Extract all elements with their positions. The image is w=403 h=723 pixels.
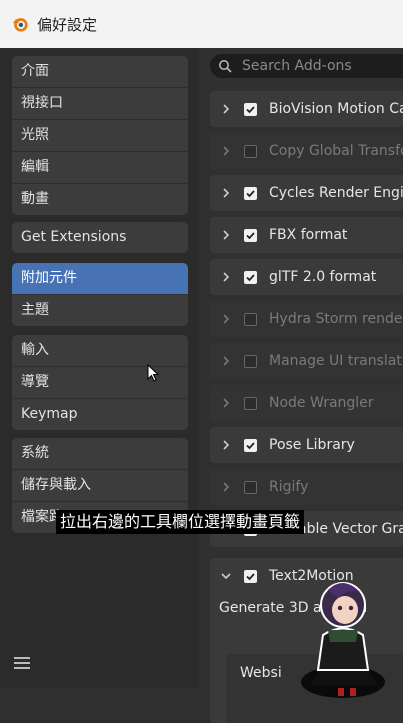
enable-checkbox[interactable] [244, 396, 257, 410]
sidebar-item-keymap[interactable]: Keymap [12, 399, 188, 430]
window-title: 偏好設定 [37, 15, 98, 34]
menu-icon[interactable] [12, 653, 34, 673]
chevron-right-icon[interactable] [220, 439, 232, 451]
sidebar-item-get-extensions[interactable]: Get Extensions [12, 222, 188, 253]
chevron-right-icon[interactable] [220, 187, 232, 199]
addon-row[interactable]: Rigify [210, 469, 403, 505]
enable-checkbox[interactable] [244, 228, 257, 242]
enable-checkbox[interactable] [244, 270, 257, 284]
chevron-right-icon[interactable] [220, 481, 232, 493]
sidebar: 介面 視接口 光照 編輯 動畫 Get Extensions 附加元件 主題 輸… [0, 48, 198, 688]
sidebar-item-animation[interactable]: 動畫 [12, 184, 188, 215]
addon-name: BioVision Motion Cap [269, 101, 403, 117]
addon-name: FBX format [269, 227, 348, 243]
enable-checkbox[interactable] [244, 312, 257, 326]
title-bar: 偏好設定 [0, 0, 403, 48]
chevron-right-icon[interactable] [220, 271, 232, 283]
chevron-right-icon[interactable] [220, 397, 232, 409]
addon-name: Manage UI translatio [269, 353, 403, 369]
addon-row[interactable]: Copy Global Transfor [210, 133, 403, 169]
enable-checkbox[interactable] [244, 480, 257, 494]
addon-row[interactable]: BioVision Motion Cap [210, 91, 403, 127]
enable-checkbox[interactable] [244, 102, 257, 116]
sidebar-item-themes[interactable]: 主題 [12, 295, 188, 326]
sidebar-item-addons[interactable]: 附加元件 [12, 263, 188, 295]
addon-row[interactable]: Pose Library [210, 427, 403, 463]
sidebar-item-system[interactable]: 系統 [12, 438, 188, 470]
chevron-right-icon[interactable] [220, 313, 232, 325]
sidebar-item-lights[interactable]: 光照 [12, 120, 188, 152]
search-icon [219, 60, 232, 73]
enable-checkbox[interactable] [244, 144, 257, 158]
blender-logo-icon [12, 18, 28, 32]
addon-row[interactable]: Node Wrangler [210, 385, 403, 421]
search-bar[interactable] [210, 54, 403, 78]
enable-checkbox[interactable] [244, 186, 257, 200]
website-label[interactable]: Websi [240, 665, 282, 681]
addon-name: Cycles Render Engine [269, 185, 403, 201]
enable-checkbox[interactable] [244, 354, 257, 368]
addon-row[interactable]: FBX format [210, 217, 403, 253]
chevron-right-icon[interactable] [220, 145, 232, 157]
addon-name: Rigify [269, 479, 309, 495]
mouse-cursor-icon [147, 364, 159, 382]
sidebar-item-save-load[interactable]: 儲存與載入 [12, 470, 188, 502]
addon-row[interactable]: Manage UI translatio [210, 343, 403, 379]
addon-name: Pose Library [269, 437, 355, 453]
sidebar-item-navigation[interactable]: 導覽 [12, 367, 188, 399]
enable-checkbox[interactable] [244, 438, 257, 452]
chevron-right-icon[interactable] [220, 355, 232, 367]
addon-name: Hydra Storm render e [269, 311, 403, 327]
addon-name: Copy Global Transfor [269, 143, 403, 159]
sidebar-item-editing[interactable]: 編輯 [12, 152, 188, 184]
sidebar-group-addons: 附加元件 主題 [12, 263, 188, 326]
enable-checkbox[interactable] [244, 569, 257, 583]
search-input[interactable] [240, 57, 403, 75]
sidebar-item-interface[interactable]: 介面 [12, 56, 188, 88]
chevron-down-icon[interactable] [220, 570, 232, 582]
addon-row[interactable]: glTF 2.0 format [210, 259, 403, 295]
chevron-right-icon[interactable] [220, 103, 232, 115]
addon-row[interactable]: Hydra Storm render e [210, 301, 403, 337]
sidebar-group-extensions: Get Extensions [12, 222, 188, 253]
addon-name: glTF 2.0 format [269, 269, 377, 285]
video-subtitle: 拉出右邊的工具欄位選擇動畫頁籤 [56, 510, 305, 534]
addon-name: Node Wrangler [269, 395, 374, 411]
sidebar-item-input[interactable]: 輸入 [12, 335, 188, 367]
addon-row[interactable]: Cycles Render Engine [210, 175, 403, 211]
sidebar-item-viewport[interactable]: 視接口 [12, 88, 188, 120]
cartoon-avatar-image [301, 582, 385, 698]
sidebar-group-input: 輸入 導覽 Keymap [12, 335, 188, 430]
sidebar-group-display: 介面 視接口 光照 編輯 動畫 [12, 56, 188, 215]
chevron-right-icon[interactable] [220, 229, 232, 241]
